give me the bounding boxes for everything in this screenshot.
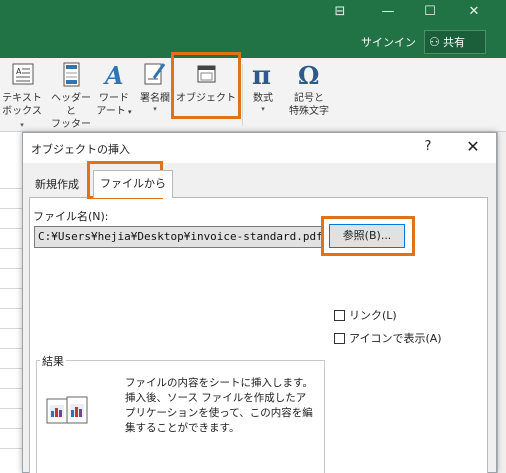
tab-create-new[interactable]: 新規作成 (28, 173, 86, 197)
ribbon-header-footer-button[interactable]: ヘッダーと フッター (48, 60, 94, 131)
row-gridline (0, 308, 22, 309)
maximize-icon[interactable]: ☐ (418, 2, 442, 22)
ribbon-label-line1: 署名欄 (140, 93, 170, 104)
row-gridline (0, 288, 22, 289)
ribbon-text-box-button[interactable]: A テキスト ボックス ▾ (2, 60, 42, 131)
close-icon[interactable]: ✕ (463, 137, 483, 156)
equation-icon: π (252, 61, 271, 90)
wordart-icon: A (103, 61, 124, 90)
link-checkbox-row[interactable]: リンク(L) (334, 309, 397, 323)
highlight-browse-button (321, 216, 415, 256)
ribbon-equation-button[interactable]: π 数式 ▾ (246, 60, 280, 114)
ribbon: A テキスト ボックス ▾ ヘッダーと フッター A ワード アート ▾ 署名欄… (0, 58, 506, 132)
ribbon-label-line1: テキスト (2, 93, 42, 104)
ribbon-label-line2: アート (96, 106, 126, 117)
result-label: 結果 (40, 353, 66, 369)
symbol-icon: Ω (298, 61, 319, 90)
link-checkbox[interactable] (334, 310, 345, 321)
header-footer-icon (63, 62, 80, 87)
embedded-document-icon (46, 396, 88, 424)
ribbon-label-line1: ヘッダーと (51, 93, 91, 117)
ribbon-display-options-icon[interactable]: ⊟ (328, 2, 352, 22)
row-gridline (0, 268, 22, 269)
ribbon-label-line1: ワード (99, 93, 129, 104)
share-label: 共有 (443, 36, 465, 49)
vertical-scrollbar[interactable] (497, 132, 506, 473)
signin-link[interactable]: サインイン (361, 34, 416, 50)
ribbon-label-line2: フッター (51, 119, 91, 130)
ribbon-symbol-button[interactable]: Ω 記号と 特殊文字 (284, 60, 334, 118)
row-gridline (0, 368, 22, 369)
ribbon-wordart-button[interactable]: A ワード アート ▾ (96, 60, 132, 119)
insert-object-dialog: オブジェクトの挿入 ? ✕ 新規作成 ファイルから ファイル名(N): C:¥U… (22, 132, 497, 473)
dialog-title: オブジェクトの挿入 (31, 143, 130, 156)
svg-text:π: π (252, 61, 271, 90)
result-description: ファイルの内容をシートに挿入します。挿入後、ソース ファイルを作成したアプリケー… (125, 377, 313, 434)
ribbon-label-line1: 数式 (253, 93, 273, 104)
highlight-object-button (171, 52, 241, 119)
svg-text:A: A (16, 67, 22, 76)
chevron-down-icon: ▾ (261, 105, 265, 113)
signature-line-icon (144, 63, 166, 85)
svg-text:Ω: Ω (298, 61, 319, 90)
chevron-down-icon: ▾ (153, 105, 157, 113)
row-gridline (0, 188, 22, 189)
person-icon: ⚇ (429, 35, 440, 49)
row-gridline (0, 328, 22, 329)
svg-text:A: A (103, 61, 124, 90)
row-gridline (0, 248, 22, 249)
text-box-icon: A (12, 63, 34, 85)
row-gridline (0, 388, 22, 389)
row-gridline (0, 428, 22, 429)
display-as-icon-checkbox-row[interactable]: アイコンで表示(A) (334, 332, 442, 346)
minimize-icon[interactable]: — (376, 2, 400, 22)
ribbon-signature-line-button[interactable]: 署名欄 ▾ (136, 60, 174, 114)
row-gridline (0, 348, 22, 349)
close-icon[interactable]: ✕ (462, 2, 486, 22)
display-as-icon-label: アイコンで表示(A) (349, 332, 442, 345)
title-bar: ⊟ — ☐ ✕ サインイン ⚇ 共有 (0, 0, 506, 58)
share-button[interactable]: ⚇ 共有 (424, 30, 486, 54)
ribbon-label-line2: ボックス (2, 106, 42, 117)
chevron-down-icon: ▾ (20, 121, 24, 129)
display-as-icon-checkbox[interactable] (334, 333, 345, 344)
help-icon[interactable]: ? (421, 139, 435, 154)
chevron-down-icon: ▾ (125, 108, 132, 116)
filename-label: ファイル名(N): (33, 210, 109, 223)
dialog-title-bar: オブジェクトの挿入 ? ✕ (23, 133, 496, 163)
ribbon-label-line2: 特殊文字 (289, 106, 329, 117)
row-gridline (0, 228, 22, 229)
ribbon-label-line1: 記号と (294, 93, 324, 104)
row-gridline (0, 448, 22, 449)
filename-field[interactable]: C:¥Users¥hejia¥Desktop¥invoice-standard.… (34, 226, 324, 248)
tab-create-from-file[interactable]: ファイルから (93, 170, 173, 198)
link-checkbox-label: リンク(L) (349, 309, 397, 322)
ribbon-separator (242, 64, 243, 126)
row-gridline (0, 208, 22, 209)
row-gridline (0, 408, 22, 409)
